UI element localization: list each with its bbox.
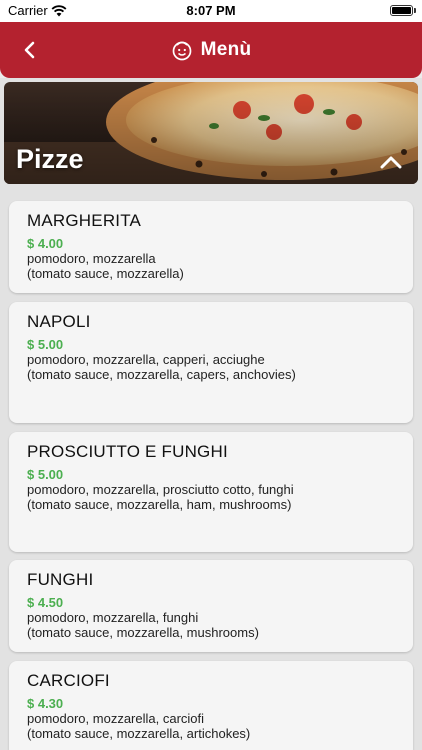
nav-title-group: Menù [0,36,422,64]
item-description: pomodoro, mozzarella, carciofi [27,711,205,726]
item-name: FUNGHI [27,570,94,589]
nav-bar: Menù [0,22,422,78]
item-name: PROSCIUTTO E FUNGHI [27,442,228,461]
menu-item-margherita[interactable]: MARGHERITA $ 4.00 pomodoro, mozzarella (… [9,201,413,293]
item-description-translation: (tomato sauce, mozzarella, capers, ancho… [27,366,296,382]
battery-icon [390,5,413,16]
item-description: pomodoro, mozzarella, funghi [27,610,199,625]
item-name: CARCIOFI [27,671,110,690]
status-bar: Carrier 8:07 PM [0,0,422,22]
category-title: Pizze [16,144,84,174]
menu-item-funghi[interactable]: FUNGHI $ 4.50 pomodoro, mozzarella, fung… [9,560,413,652]
item-description: pomodoro, mozzarella, prosciutto cotto, … [27,482,294,497]
item-description: pomodoro, mozzarella [27,251,156,266]
chevron-up-icon[interactable] [378,152,404,172]
item-description-translation: (tomato sauce, mozzarella, ham, mushroom… [27,496,292,512]
menu-item-carciofi[interactable]: CARCIOFI $ 4.30 pomodoro, mozzarella, ca… [9,661,413,750]
item-description-translation: (tomato sauce, mozzarella, artichokes) [27,725,251,741]
item-description: pomodoro, mozzarella, capperi, acciughe [27,352,265,367]
menu-item-napoli[interactable]: NAPOLI $ 5.00 pomodoro, mozzarella, capp… [9,302,413,423]
item-price: $ 5.00 [27,337,64,352]
item-price: $ 4.00 [27,236,64,251]
item-name: MARGHERITA [27,211,142,230]
chef-logo-icon [172,41,191,61]
item-description-translation: (tomato sauce, mozzarella, mushrooms) [27,624,259,640]
category-header-pizze[interactable]: Pizze [4,82,418,184]
item-price: $ 4.50 [27,595,64,610]
status-time: 8:07 PM [186,3,236,18]
menu-content[interactable]: Pizze MARGHERITA $ 4.00 pomodoro, mozzar… [0,78,422,750]
item-name: NAPOLI [27,312,91,331]
item-price: $ 5.00 [27,467,64,482]
item-description-translation: (tomato sauce, mozzarella) [27,265,184,281]
battery-cap [414,8,416,13]
page-title: Menù [200,39,252,60]
item-price: $ 4.30 [27,696,64,711]
menu-item-prosciutto-e-funghi[interactable]: PROSCIUTTO E FUNGHI $ 5.00 pomodoro, moz… [9,432,413,552]
